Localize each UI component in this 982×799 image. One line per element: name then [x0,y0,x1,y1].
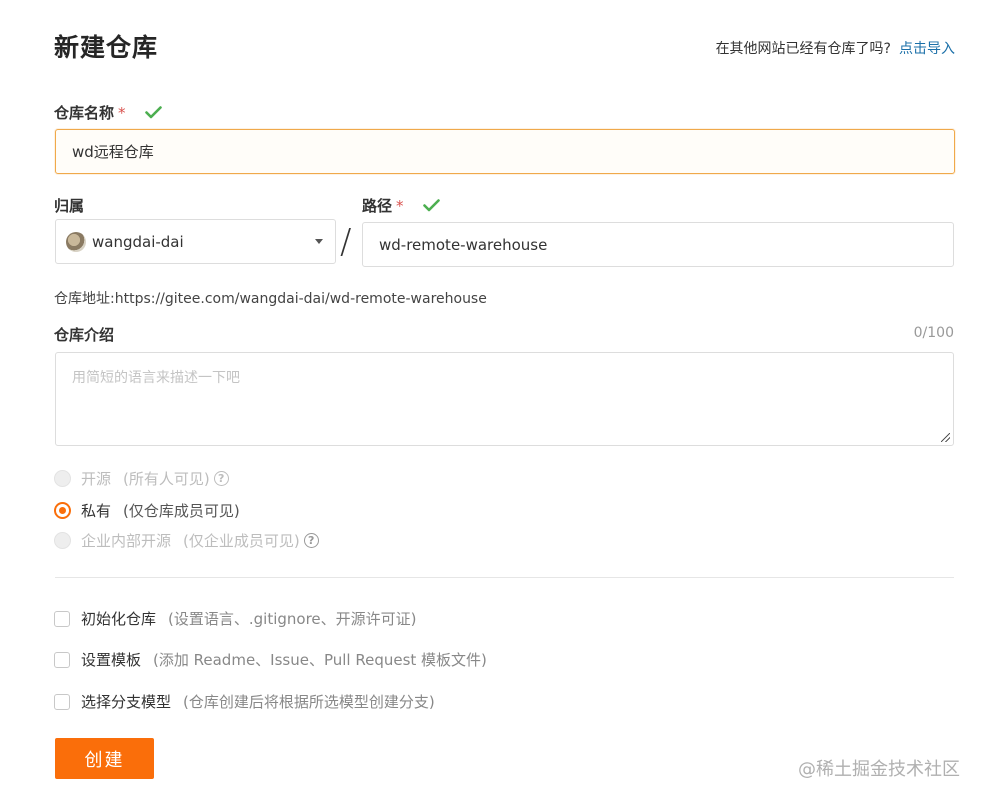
radio-label: 企业内部开源 [81,532,172,550]
owner-select[interactable]: wangdai-dai [55,219,336,264]
visibility-option-public[interactable]: 开源 (所有人可见) ? [54,468,229,489]
path-value: wd-remote-warehouse [379,235,548,254]
description-counter: 0/100 [913,325,954,341]
radio-private[interactable] [54,502,71,519]
avatar [66,231,86,252]
checkbox[interactable] [54,693,70,710]
description-textarea[interactable]: 用简短的语言来描述一下吧 [55,352,954,446]
checkbox[interactable] [54,610,70,627]
resize-handle[interactable] [941,433,950,442]
option-sub: (设置语言、.gitignore、开源许可证) [168,610,417,628]
visibility-option-private[interactable]: 私有 (仅仓库成员可见) [54,500,240,521]
required-mark: * [396,197,404,215]
option-label: 选择分支模型 [81,693,172,711]
option-label: 设置模板 [81,651,142,669]
required-mark: * [118,104,126,122]
owner-label: 归属 [54,197,85,215]
checkbox[interactable] [54,651,70,668]
description-label: 仓库介绍 [54,326,115,344]
repo-address: 仓库地址:https://gitee.com/wangdai-dai/wd-re… [54,291,487,307]
path-separator: / [340,222,352,262]
repo-name-input[interactable]: wd远程仓库 [55,129,955,174]
caret-down-icon [315,239,323,244]
create-button[interactable]: 创建 [55,738,154,779]
radio-label: 私有 [81,502,112,520]
option-template[interactable]: 设置模板 (添加 Readme、Issue、Pull Request 模板文件) [54,649,487,670]
radio-public[interactable] [54,470,71,487]
option-branch-model[interactable]: 选择分支模型 (仓库创建后将根据所选模型创建分支) [54,691,435,712]
help-icon[interactable]: ? [213,471,229,486]
path-input[interactable]: wd-remote-warehouse [362,222,954,267]
import-prompt: 在其他网站已经有仓库了吗? 点击导入 [716,38,955,58]
description-placeholder: 用简短的语言来描述一下吧 [72,370,240,386]
option-sub: (添加 Readme、Issue、Pull Request 模板文件) [153,651,487,669]
visibility-option-enterprise[interactable]: 企业内部开源 (仅企业成员可见) ? [54,530,319,551]
option-label: 初始化仓库 [81,610,157,628]
watermark: @稀土掘金技术社区 [798,759,960,780]
repo-name-value: wd远程仓库 [72,143,154,161]
divider [55,577,954,578]
page-title: 新建仓库 [54,33,159,62]
check-icon [422,198,440,216]
path-label: 路径 [362,197,393,215]
radio-label: 开源 [81,470,112,488]
owner-value: wangdai-dai [92,232,184,251]
radio-sub: (仅仓库成员可见) [123,502,240,520]
radio-sub: (仅企业成员可见) [183,532,300,550]
check-icon [144,105,162,123]
path-label-row: 路径 * [362,195,440,216]
import-prompt-text: 在其他网站已经有仓库了吗? [715,41,891,57]
repo-name-label: 仓库名称 [54,104,115,122]
radio-sub: (所有人可见) [123,470,210,488]
option-sub: (仓库创建后将根据所选模型创建分支) [183,693,435,711]
radio-enterprise[interactable] [54,532,71,549]
help-icon[interactable]: ? [303,533,319,548]
repo-name-label-row: 仓库名称 * [54,102,162,123]
import-link[interactable]: 点击导入 [899,41,955,57]
option-init-repo[interactable]: 初始化仓库 (设置语言、.gitignore、开源许可证) [54,608,417,629]
